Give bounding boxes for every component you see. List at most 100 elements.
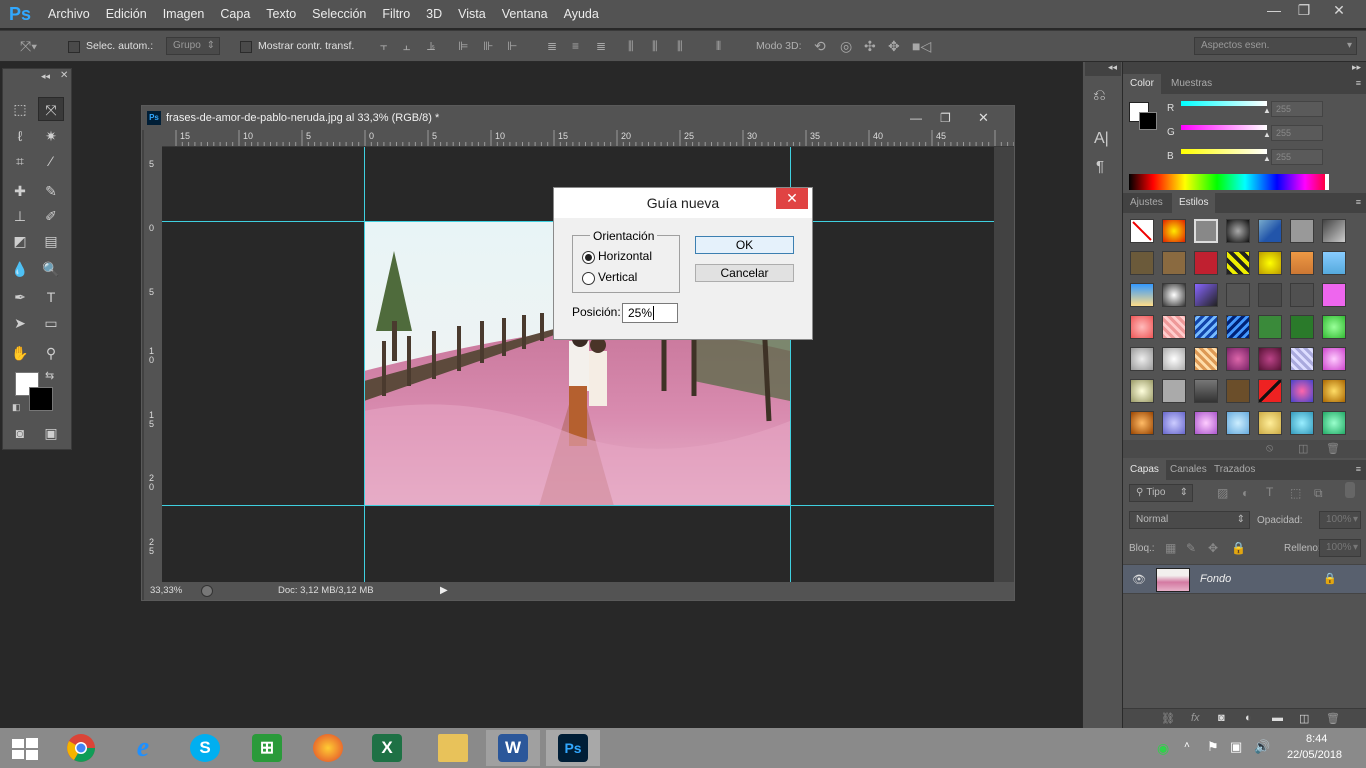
distribute-top-icon[interactable]: ≣ xyxy=(547,39,557,53)
add-mask-icon[interactable]: ◙ xyxy=(1218,712,1225,724)
rectangle-tool-icon[interactable]: ▭ xyxy=(38,311,64,335)
toolbox-collapse-icon[interactable]: ◂◂ xyxy=(41,71,50,82)
style-swatch[interactable] xyxy=(1130,283,1154,307)
r-slider-thumb-icon[interactable]: ▲ xyxy=(1263,106,1271,115)
healing-brush-icon[interactable]: ✚ xyxy=(7,179,33,203)
tab-ajustes[interactable]: Ajustes xyxy=(1123,193,1170,213)
align-bottom-icon[interactable]: ⫡ xyxy=(427,39,435,54)
layer-filter-dropdown[interactable]: ⚲ Tipo ⇕ xyxy=(1129,484,1193,502)
menu-filtro[interactable]: Filtro xyxy=(374,0,418,28)
magic-wand-icon[interactable]: ✷ xyxy=(38,124,64,148)
style-swatch[interactable] xyxy=(1322,219,1346,243)
eyedropper-icon[interactable]: ⁄ xyxy=(38,149,64,173)
marquee-tool-icon[interactable]: ⬚ xyxy=(7,97,33,121)
style-swatch[interactable] xyxy=(1226,283,1250,307)
doc-close-button[interactable]: ✕ xyxy=(978,106,989,130)
guide-vertical[interactable] xyxy=(364,147,365,582)
style-swatch[interactable] xyxy=(1226,315,1250,339)
distribute-bottom-icon[interactable]: ≣ xyxy=(596,39,606,53)
distribute-vcenter-icon[interactable]: ≡ xyxy=(572,39,579,53)
distribute-hcenter-icon[interactable]: ⫼ xyxy=(652,39,658,54)
dodge-tool-icon[interactable]: 🔍 xyxy=(38,257,64,281)
tray-expand-icon[interactable]: ˄ xyxy=(1184,740,1190,751)
filter-type-icon[interactable]: T xyxy=(1266,485,1273,499)
style-swatch[interactable] xyxy=(1322,315,1346,339)
dialog-close-button[interactable]: ✕ xyxy=(776,188,808,209)
chrome-icon[interactable] xyxy=(54,730,108,766)
skype-icon[interactable]: S xyxy=(190,734,220,762)
style-swatch[interactable] xyxy=(1226,347,1250,371)
style-swatch[interactable] xyxy=(1290,251,1314,275)
style-swatch[interactable] xyxy=(1322,283,1346,307)
horizontal-label[interactable]: Horizontal xyxy=(598,249,652,263)
swap-colors-icon[interactable]: ⇆ xyxy=(45,369,54,382)
menu-3d[interactable]: 3D xyxy=(418,0,450,28)
style-swatch[interactable] xyxy=(1130,219,1154,243)
style-swatch[interactable] xyxy=(1322,251,1346,275)
wifi-icon[interactable]: ◉ xyxy=(1157,740,1169,757)
style-swatch[interactable] xyxy=(1194,347,1218,371)
clear-style-icon[interactable]: ⦸ xyxy=(1266,442,1273,455)
layers-panel-menu-icon[interactable]: ≡ xyxy=(1356,464,1361,474)
eraser-icon[interactable]: ◩ xyxy=(7,229,33,253)
distribute-left-icon[interactable]: ⫼ xyxy=(628,39,634,54)
menu-seleccion[interactable]: Selección xyxy=(304,0,374,28)
position-input[interactable]: 25% xyxy=(622,303,678,323)
screen-mode-icon[interactable]: ▣ xyxy=(38,421,64,445)
app-minimize-button[interactable]: — xyxy=(1257,0,1291,24)
color-panel-menu-icon[interactable]: ≡ xyxy=(1356,78,1361,88)
clock-time[interactable]: 8:44 xyxy=(1306,733,1327,745)
3d-rotate-icon[interactable]: ⟲ xyxy=(814,38,826,55)
style-swatch[interactable] xyxy=(1290,379,1314,403)
layer-name[interactable]: Fondo xyxy=(1200,573,1231,585)
style-swatch[interactable] xyxy=(1130,251,1154,275)
doc-minimize-button[interactable]: — xyxy=(910,106,922,130)
style-swatch[interactable] xyxy=(1290,315,1314,339)
tab-estilos[interactable]: Estilos xyxy=(1172,193,1216,213)
3d-slide-icon[interactable]: ✥ xyxy=(888,38,900,55)
cancel-button[interactable]: Cancelar xyxy=(695,264,794,282)
pen-tool-icon[interactable]: ✒ xyxy=(7,285,33,309)
app-restore-button[interactable]: ❐ xyxy=(1287,0,1321,24)
zoom-tool-icon[interactable]: ⚲ xyxy=(38,341,64,365)
opacity-input[interactable]: 100% ▾ xyxy=(1319,511,1361,529)
fill-input[interactable]: 100% ▾ xyxy=(1319,539,1361,557)
collapse-icons-icon[interactable]: ◂◂ xyxy=(1085,62,1121,76)
style-swatch[interactable] xyxy=(1162,411,1186,435)
style-swatch[interactable] xyxy=(1162,219,1186,243)
lock-image-icon[interactable]: ✎ xyxy=(1186,541,1196,555)
word-taskbar-button[interactable]: W xyxy=(486,730,540,766)
style-swatch[interactable] xyxy=(1226,379,1250,403)
move-tool-icon[interactable]: ⤧ xyxy=(38,97,64,121)
move-tool-icon[interactable]: ⤧▾ xyxy=(20,38,37,55)
toolbox-close-icon[interactable]: ✕ xyxy=(60,70,68,81)
style-swatch[interactable] xyxy=(1258,347,1282,371)
paragraph-panel-icon[interactable]: ¶ xyxy=(1096,158,1104,175)
3d-roll-icon[interactable]: ◎ xyxy=(840,38,852,55)
style-swatch[interactable] xyxy=(1162,347,1186,371)
style-swatch[interactable] xyxy=(1258,251,1282,275)
r-value[interactable]: 255 xyxy=(1271,101,1323,117)
style-swatch[interactable] xyxy=(1226,219,1250,243)
excel-icon[interactable]: X xyxy=(372,734,402,762)
new-group-icon[interactable]: ▬ xyxy=(1272,712,1283,724)
menu-imagen[interactable]: Imagen xyxy=(155,0,213,28)
menu-archivo[interactable]: Archivo xyxy=(40,0,98,28)
tab-trazados[interactable]: Trazados xyxy=(1207,460,1262,480)
style-swatch[interactable] xyxy=(1290,411,1314,435)
style-swatch[interactable] xyxy=(1162,315,1186,339)
distribute-right-icon[interactable]: ⫼ xyxy=(677,39,683,54)
tab-color[interactable]: Color xyxy=(1123,74,1161,94)
history-panel-icon[interactable]: ⎌ xyxy=(1093,87,1106,105)
3d-drag-icon[interactable]: ✣ xyxy=(864,38,876,55)
align-left-icon[interactable]: ⊫ xyxy=(458,39,468,53)
type-tool-icon[interactable]: T xyxy=(38,285,64,309)
style-swatch[interactable] xyxy=(1226,251,1250,275)
clock-date[interactable]: 22/05/2018 xyxy=(1287,749,1342,761)
style-swatch[interactable] xyxy=(1130,315,1154,339)
tab-capas[interactable]: Capas xyxy=(1123,460,1166,480)
style-swatch[interactable] xyxy=(1258,283,1282,307)
menu-ventana[interactable]: Ventana xyxy=(494,0,556,28)
align-hcenter-icon[interactable]: ⊪ xyxy=(483,39,493,53)
vertical-label[interactable]: Vertical xyxy=(598,270,637,284)
